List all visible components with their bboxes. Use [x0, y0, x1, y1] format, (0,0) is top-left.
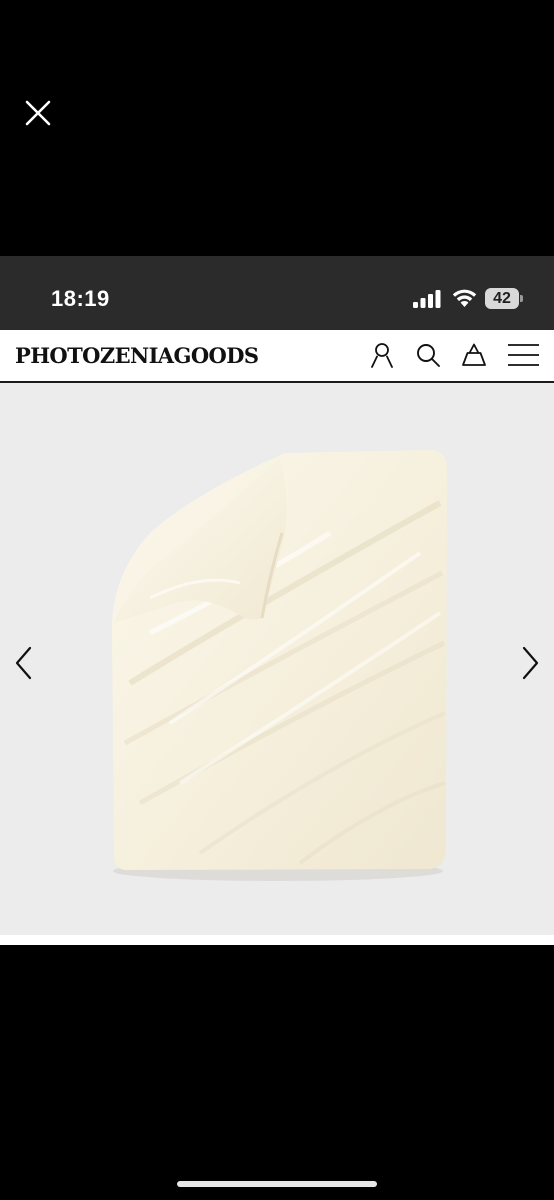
home-indicator[interactable] — [177, 1181, 377, 1187]
menu-button[interactable] — [507, 341, 540, 369]
next-image-button[interactable] — [518, 643, 544, 683]
chevron-right-icon — [522, 646, 539, 680]
cart-button[interactable] — [460, 341, 488, 369]
account-button[interactable] — [368, 341, 396, 369]
status-bar: 18:19 42 — [0, 256, 554, 330]
search-icon — [417, 344, 440, 367]
product-image-gallery — [0, 383, 554, 935]
previous-image-button[interactable] — [12, 643, 38, 683]
close-button[interactable] — [20, 95, 56, 131]
menu-icon — [508, 344, 539, 366]
status-time: 18:19 — [51, 286, 110, 311]
battery-tip — [520, 295, 523, 302]
brand-logo[interactable]: PHOTOZENIAGOODS — [15, 343, 259, 368]
product-image[interactable] — [0, 383, 554, 935]
page-content-strip — [0, 935, 554, 945]
site-header: PHOTOZENIAGOODS — [0, 330, 554, 383]
battery-level: 42 — [485, 288, 519, 309]
cellular-signal-icon — [413, 290, 441, 308]
shopping-bag-icon — [462, 343, 486, 366]
battery-icon: 42 — [485, 288, 523, 309]
close-icon — [25, 100, 51, 126]
search-button[interactable] — [414, 341, 442, 369]
wifi-icon — [452, 289, 477, 307]
chevron-left-icon — [15, 646, 32, 680]
account-icon — [371, 343, 393, 368]
